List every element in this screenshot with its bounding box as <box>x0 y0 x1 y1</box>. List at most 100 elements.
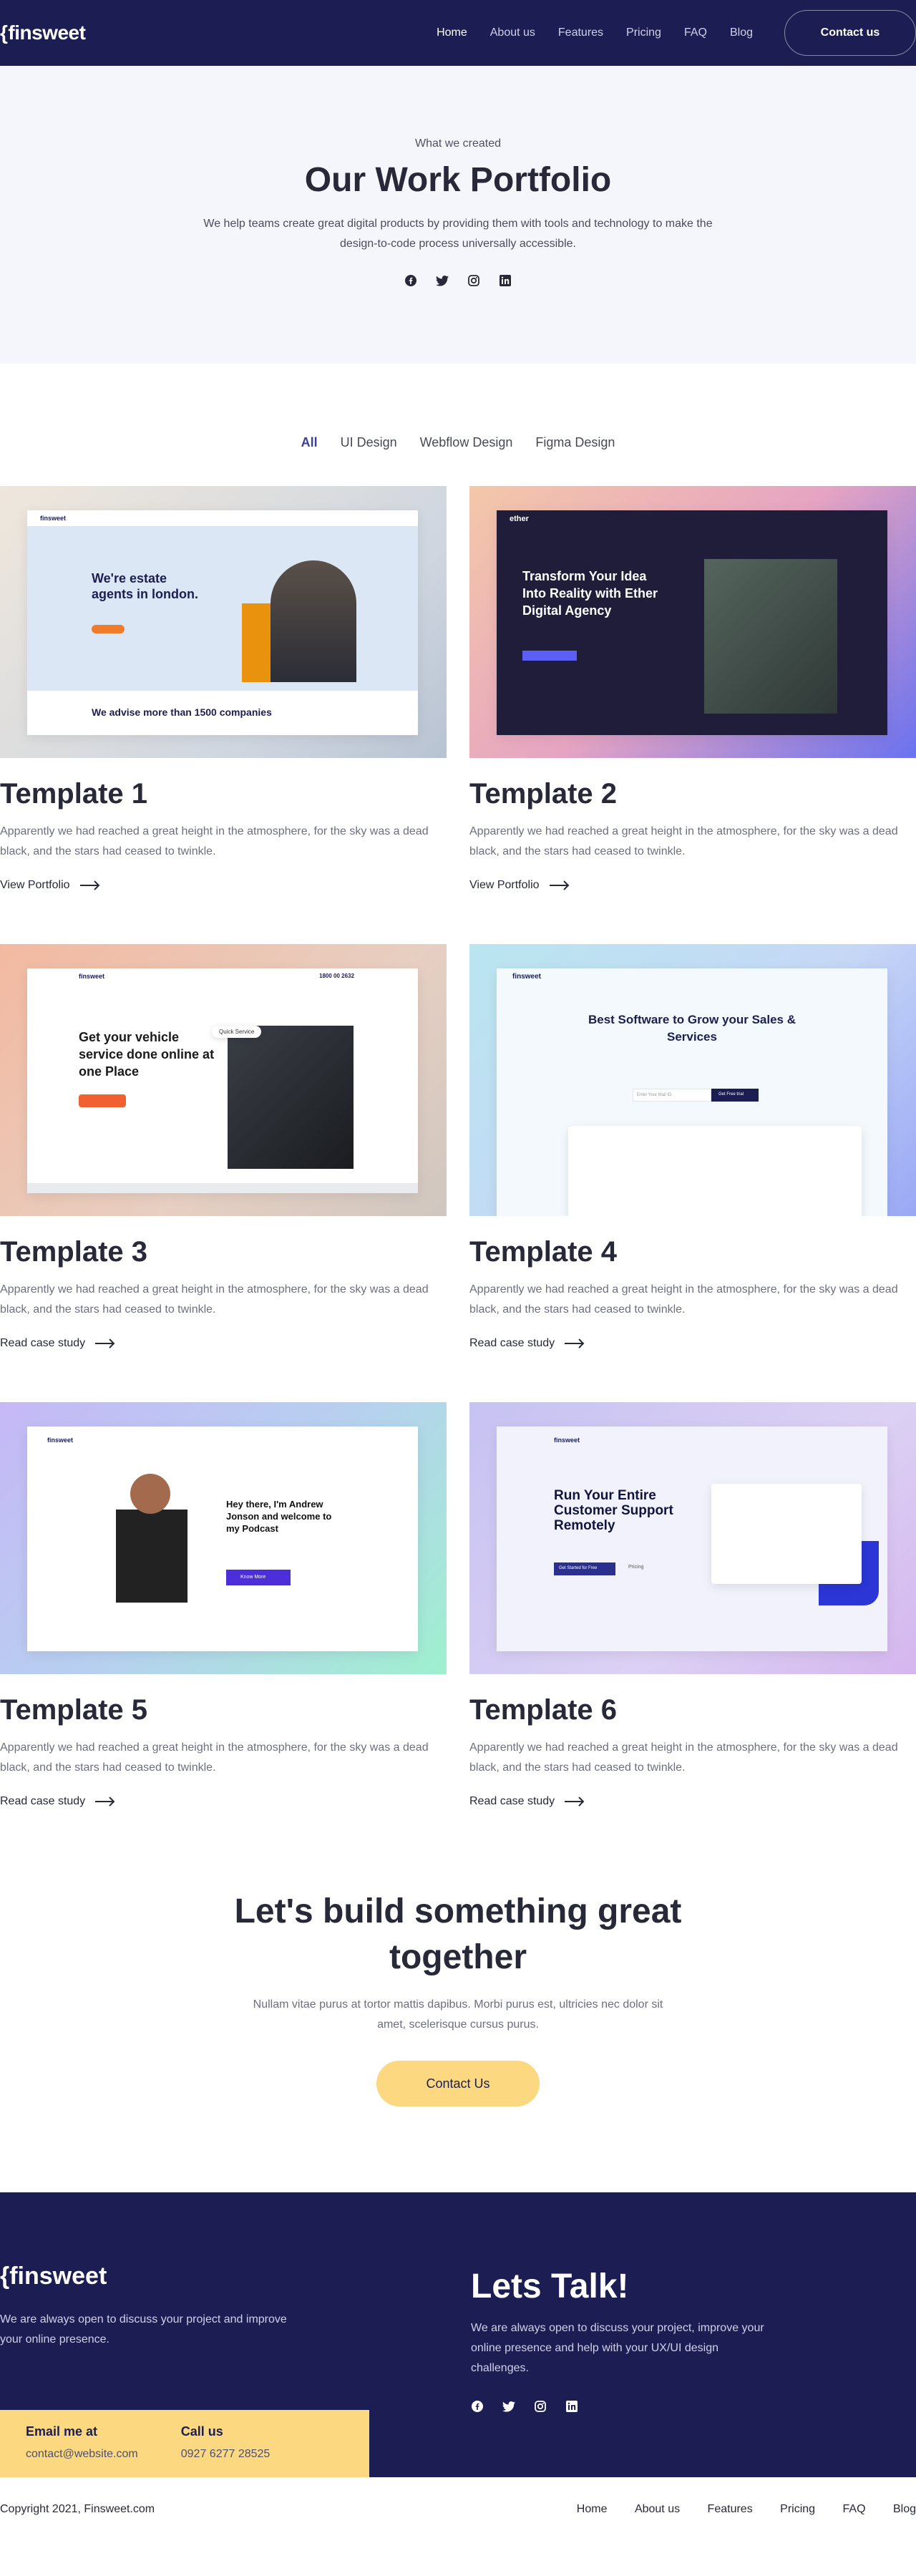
view-portfolio-link[interactable]: View Portfolio <box>469 879 916 892</box>
contact-us-button[interactable]: Contact us <box>784 10 916 56</box>
preview-host-photo <box>130 1474 170 1514</box>
preview-headline: We're estate agents in london. <box>92 571 198 601</box>
linkedin-icon[interactable] <box>565 2400 578 2413</box>
contact-box: Email me at contact@website.com Call us … <box>0 2410 369 2477</box>
preview-secondary-link: Pricing <box>628 1565 644 1570</box>
card-text: Apparently we had reached a great height… <box>0 1741 429 1774</box>
portfolio-card: finsweet We're estate agents in london. … <box>0 486 447 944</box>
preview-logo: finsweet <box>554 1437 580 1444</box>
template-1-thumbnail[interactable]: finsweet We're estate agents in london. … <box>0 486 447 758</box>
preview-headline: Get your vehicle service done online at … <box>79 1030 215 1079</box>
page-title: Our Work Portfolio <box>304 161 612 199</box>
phone-link[interactable]: 0927 6277 28525 <box>181 2448 271 2461</box>
footer-link-blog[interactable]: Blog <box>893 2503 916 2515</box>
link-label: Read case study <box>469 1337 555 1349</box>
preview-phone: 1800 00 2632 <box>319 973 354 979</box>
cta-section: Let's build something great together Nul… <box>0 1889 916 2192</box>
template-6-thumbnail[interactable]: finsweet Run Your Entire Customer Suppor… <box>469 1402 916 1674</box>
call-label: Call us <box>180 2424 223 2439</box>
card-text: Apparently we had reached a great height… <box>469 1283 898 1316</box>
card-title: Template 5 <box>0 1694 147 1726</box>
nav-link-features[interactable]: Features <box>558 26 603 39</box>
hero-eyebrow: What we created <box>414 137 502 150</box>
preview-logo: finsweet <box>512 973 542 981</box>
card-text: Apparently we had reached a great height… <box>0 1283 429 1316</box>
footer-logo[interactable]: {finsweet <box>0 2262 107 2290</box>
instagram-icon[interactable] <box>467 274 480 287</box>
preview-button <box>522 651 577 661</box>
logo-brace-icon: { <box>0 21 8 44</box>
preview-dashboard <box>711 1484 862 1584</box>
nav-link-about[interactable]: About us <box>490 26 535 39</box>
hero: What we created Our Work Portfolio We he… <box>0 66 916 364</box>
logo[interactable]: {finsweet <box>0 21 86 44</box>
facebook-icon[interactable] <box>404 274 417 287</box>
twitter-icon[interactable] <box>502 2400 515 2413</box>
template-2-thumbnail[interactable]: ether Transform Your Idea Into Reality w… <box>469 486 916 758</box>
link-label: Read case study <box>0 1337 86 1349</box>
email-block: Email me at contact@website.com <box>26 2424 138 2463</box>
preview-mechanic-image <box>228 1026 354 1169</box>
twitter-icon[interactable] <box>436 274 449 287</box>
card-text: Apparently we had reached a great height… <box>469 825 898 857</box>
instagram-icon[interactable] <box>534 2400 547 2413</box>
template-3-thumbnail[interactable]: finsweet 1800 00 2632 Get your vehicle s… <box>0 944 447 1216</box>
tab-figma-design[interactable]: Figma Design <box>535 435 615 450</box>
card-title: Template 3 <box>0 1236 147 1268</box>
footer-link-features[interactable]: Features <box>708 2503 753 2515</box>
arrow-right-icon <box>95 1338 115 1348</box>
preview-person-image <box>271 560 356 682</box>
template-5-thumbnail[interactable]: finsweet Hey there, I'm Andrew Jonson an… <box>0 1402 447 1674</box>
tab-ui-design[interactable]: UI Design <box>341 435 397 450</box>
linkedin-icon[interactable] <box>499 274 512 287</box>
preview-button <box>79 1094 126 1107</box>
preview-dashboard <box>568 1126 862 1216</box>
footer-socials <box>471 2400 578 2413</box>
preview-badge: Quick Service <box>212 1026 262 1038</box>
nav-link-home[interactable]: Home <box>437 26 467 39</box>
preview-button: Know More <box>226 1570 291 1585</box>
footer-link-faq[interactable]: FAQ <box>843 2503 866 2515</box>
nav-link-blog[interactable]: Blog <box>730 26 753 39</box>
read-case-study-link[interactable]: Read case study <box>0 1337 447 1350</box>
read-case-study-link[interactable]: Read case study <box>0 1795 447 1808</box>
preview-button <box>92 625 125 633</box>
tab-all[interactable]: All <box>301 435 318 450</box>
copyright: Copyright 2021, Finsweet.com <box>0 2503 155 2515</box>
footer-link-about[interactable]: About us <box>635 2503 680 2515</box>
link-label: View Portfolio <box>469 879 540 891</box>
card-text: Apparently we had reached a great height… <box>0 825 429 857</box>
read-case-study-link[interactable]: Read case study <box>469 1795 916 1808</box>
preview-button: Get Started for Free <box>554 1562 615 1575</box>
arrow-right-icon <box>549 880 569 890</box>
arrow-right-icon <box>565 1797 585 1807</box>
portfolio-grid: finsweet We're estate agents in london. … <box>0 486 916 1860</box>
hero-socials <box>404 274 512 287</box>
view-portfolio-link[interactable]: View Portfolio <box>0 879 447 892</box>
tab-webflow-design[interactable]: Webflow Design <box>420 435 513 450</box>
facebook-icon[interactable] <box>471 2400 484 2413</box>
preview-logo: finsweet <box>27 510 418 526</box>
nav-link-pricing[interactable]: Pricing <box>626 26 661 39</box>
contact-us-cta-button[interactable]: Contact Us <box>376 2061 540 2106</box>
email-link[interactable]: contact@website.com <box>26 2448 138 2461</box>
template-4-thumbnail[interactable]: finsweet Best Software to Grow your Sale… <box>469 944 916 1216</box>
portfolio-card: ether Transform Your Idea Into Reality w… <box>469 486 916 944</box>
portfolio-filter-tabs: All UI Design Webflow Design Figma Desig… <box>0 435 916 450</box>
footer-link-home[interactable]: Home <box>577 2503 608 2515</box>
portfolio-card: finsweet Best Software to Grow your Sale… <box>469 944 916 1402</box>
top-nav: {finsweet Home About us Features Pricing… <box>0 0 916 66</box>
footer-links: Home About us Features Pricing FAQ Blog <box>552 2503 916 2516</box>
footer-link-pricing[interactable]: Pricing <box>780 2503 815 2515</box>
preview-headline: Transform Your Idea Into Reality with Et… <box>522 569 658 618</box>
portfolio-card: finsweet Run Your Entire Customer Suppor… <box>469 1402 916 1860</box>
bottom-bar: Copyright 2021, Finsweet.com Home About … <box>0 2477 916 2542</box>
preview-headline: Run Your Entire Customer Support Remotel… <box>554 1488 673 1533</box>
phone-block: Call us 0927 6277 28525 <box>181 2424 271 2463</box>
card-title: Template 1 <box>0 778 147 810</box>
arrow-right-icon <box>79 880 99 890</box>
portfolio-card: finsweet Hey there, I'm Andrew Jonson an… <box>0 1402 447 1860</box>
nav-link-faq[interactable]: FAQ <box>684 26 707 39</box>
read-case-study-link[interactable]: Read case study <box>469 1337 916 1350</box>
footer: {finsweet We are always open to discuss … <box>0 2192 916 2477</box>
